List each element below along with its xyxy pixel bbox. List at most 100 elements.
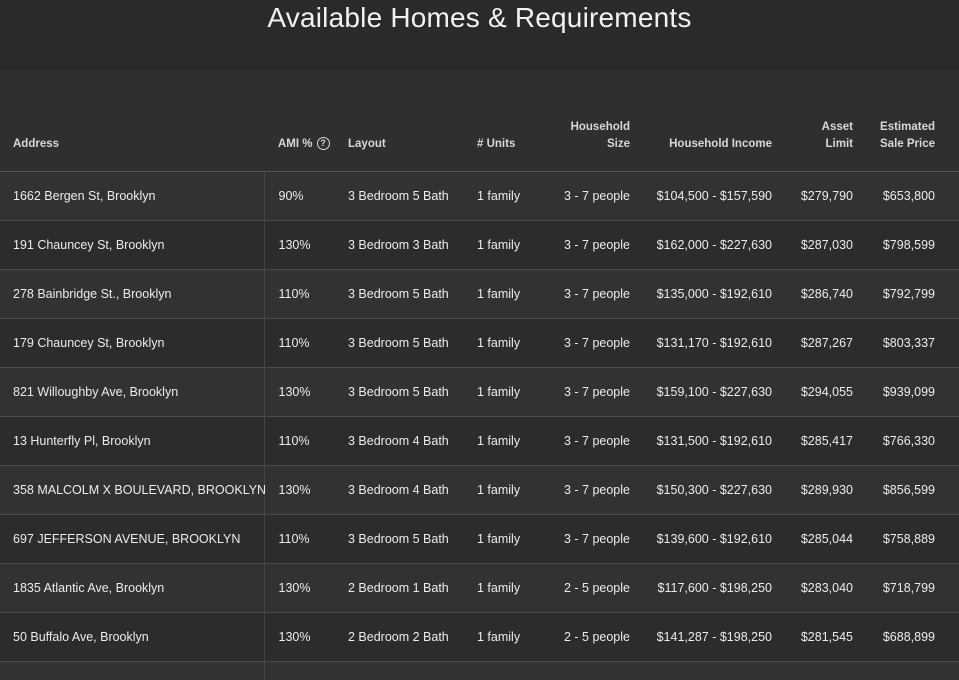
cell-layout: 3 Bedroom 4 Bath xyxy=(348,465,477,515)
column-header-address[interactable]: Address xyxy=(0,70,264,172)
cell-ami: 130% xyxy=(264,661,348,680)
column-header-ami[interactable]: AMI %? xyxy=(264,70,348,172)
table-row[interactable]: 1835 Atlantic Ave, Brooklyn 130% 2 Bedroom… xyxy=(0,563,959,613)
table-body: 1662 Bergen St, Brooklyn 90% 3 Bedroom 5 B… xyxy=(0,171,959,680)
table-row[interactable]: 191 Chauncey St, Brooklyn 130% 3 Bedroom 3… xyxy=(0,220,959,270)
column-header-layout[interactable]: Layout xyxy=(348,70,477,172)
cell-address: 278 Bainbridge St., Brooklyn xyxy=(0,269,265,319)
cell-household-income: $150,300 - $227,630 xyxy=(630,465,772,515)
cell-household-income: $104,500 - $157,590 xyxy=(630,171,772,221)
cell-layout: 3 Bedroom 5 Bath xyxy=(348,318,477,368)
cell-sale-price: $758,889 xyxy=(853,514,959,564)
cell-ami: 130% xyxy=(264,220,348,270)
cell-layout: 2 Bedroom 2 Bath xyxy=(348,612,477,662)
table-row[interactable]: 821 Willoughby Ave, Brooklyn 130% 3 Bedroo… xyxy=(0,367,959,417)
cell-address: 687A HANCOCK STREET, BROOKLYN xyxy=(0,661,265,680)
cell-asset-limit: $283,040 xyxy=(772,563,853,613)
table-row[interactable]: 50 Buffalo Ave, Brooklyn 130% 2 Bedroom 2 … xyxy=(0,612,959,662)
cell-ami: 130% xyxy=(264,367,348,417)
column-header-asset-limit[interactable]: Asset Limit xyxy=(772,70,853,172)
column-header-household-size[interactable]: Household Size xyxy=(544,70,630,172)
header-label-line2: Size xyxy=(606,138,630,150)
cell-household-size: 2 - 5 people xyxy=(544,563,630,613)
cell-units: 1 family xyxy=(477,563,544,613)
table-row[interactable]: 1662 Bergen St, Brooklyn 90% 3 Bedroom 5 B… xyxy=(0,171,959,221)
table-header: Address AMI %? Layout # Units Household … xyxy=(0,70,959,172)
cell-ami: 110% xyxy=(264,318,348,368)
header-label: Layout xyxy=(348,138,386,150)
cell-household-income: $162,000 - $227,630 xyxy=(630,220,772,270)
cell-household-income: $159,100 - $227,630 xyxy=(630,367,772,417)
cell-household-income: $139,600 - $192,610 xyxy=(630,514,772,564)
cell-sale-price: $688,899 xyxy=(853,612,959,662)
header-label-line1: Estimated xyxy=(880,121,935,133)
cell-units: 1 family xyxy=(477,171,544,221)
cell-household-size: 3 - 7 people xyxy=(544,416,630,466)
cell-address: 13 Hunterfly Pl, Brooklyn xyxy=(0,416,265,466)
cell-layout: 3 Bedroom 5 Bath xyxy=(348,514,477,564)
cell-sale-price: $653,800 xyxy=(853,171,959,221)
cell-units: 1 family xyxy=(477,514,544,564)
cell-ami: 110% xyxy=(264,514,348,564)
cell-layout: 3 Bedroom 4 Bath xyxy=(348,416,477,466)
cell-household-size: 2 - 5 people xyxy=(544,661,630,680)
cell-address: 358 MALCOLM X BOULEVARD, BROOKLYN xyxy=(0,465,266,515)
homes-table: Address AMI %? Layout # Units Household … xyxy=(0,70,959,680)
cell-address: 821 Willoughby Ave, Brooklyn xyxy=(0,367,265,417)
cell-sale-price: $718,799 xyxy=(853,563,959,613)
cell-sale-price: $803,337 xyxy=(853,318,959,368)
cell-household-income: $131,170 - $192,610 xyxy=(630,318,772,368)
cell-layout: 2 Bedroom 2 Bath xyxy=(348,661,477,680)
cell-layout: 3 Bedroom 3 Bath xyxy=(348,220,477,270)
table-row[interactable]: 13 Hunterfly Pl, Brooklyn 110% 3 Bedroom 4… xyxy=(0,416,959,466)
cell-household-size: 3 - 7 people xyxy=(544,318,630,368)
cell-household-income: $131,500 - $198,250 xyxy=(630,661,772,680)
cell-household-income: $135,000 - $192,610 xyxy=(630,269,772,319)
cell-units: 1 family xyxy=(477,416,544,466)
table-row[interactable]: 358 MALCOLM X BOULEVARD, BROOKLYN 130% 3 B… xyxy=(0,465,959,515)
cell-household-size: 3 - 7 people xyxy=(544,367,630,417)
cell-household-income: $117,600 - $198,250 xyxy=(630,563,772,613)
cell-asset-limit: $294,055 xyxy=(772,367,853,417)
table-row[interactable]: 179 Chauncey St, Brooklyn 110% 3 Bedroom 5… xyxy=(0,318,959,368)
question-circle-icon[interactable]: ? xyxy=(316,137,330,150)
title-band: Available Homes & Requirements xyxy=(0,0,959,70)
cell-asset-limit: $285,044 xyxy=(772,514,853,564)
cell-address: 1662 Bergen St, Brooklyn xyxy=(0,171,265,221)
cell-ami: 130% xyxy=(264,465,348,515)
cell-sale-price: $765,600 xyxy=(853,661,959,680)
cell-units: 1 family xyxy=(477,612,544,662)
cell-units: 1 family xyxy=(477,661,544,680)
cell-sale-price: $792,799 xyxy=(853,269,959,319)
cell-sale-price: $766,330 xyxy=(853,416,959,466)
cell-household-income: $141,287 - $198,250 xyxy=(630,612,772,662)
header-label-line2: Sale Price xyxy=(880,138,935,150)
header-label: AMI % xyxy=(278,138,313,150)
cell-asset-limit: $287,030 xyxy=(772,220,853,270)
cell-units: 1 family xyxy=(477,367,544,417)
header-label-line1: Household xyxy=(570,121,630,133)
cell-address: 50 Buffalo Ave, Brooklyn xyxy=(0,612,265,662)
cell-units: 1 family xyxy=(477,465,544,515)
cell-household-size: 3 - 7 people xyxy=(544,171,630,221)
table-row[interactable]: 697 JEFFERSON AVENUE, BROOKLYN 110% 3 Bedr… xyxy=(0,514,959,564)
column-header-units[interactable]: # Units xyxy=(477,70,544,172)
table-row[interactable]: 278 Bainbridge St., Brooklyn 110% 3 Bedroo… xyxy=(0,269,959,319)
cell-asset-limit: $287,267 xyxy=(772,318,853,368)
header-label-line2: Limit xyxy=(825,138,853,150)
cell-household-size: 3 - 7 people xyxy=(544,220,630,270)
header-label: # Units xyxy=(477,138,516,150)
cell-address: 179 Chauncey St, Brooklyn xyxy=(0,318,265,368)
column-header-household-income[interactable]: Household Income xyxy=(630,70,772,172)
cell-units: 1 family xyxy=(477,269,544,319)
table-row[interactable]: 687A HANCOCK STREET, BROOKLYN130%2 Bedro… xyxy=(0,661,959,680)
cell-sale-price: $856,599 xyxy=(853,465,959,515)
header-label: Address xyxy=(13,138,60,150)
cell-ami: 130% xyxy=(264,612,348,662)
page-title: Available Homes & Requirements xyxy=(267,2,692,33)
cell-asset-limit: $289,930 xyxy=(772,465,853,515)
cell-household-size: 3 - 7 people xyxy=(544,514,630,564)
column-header-sale-price[interactable]: Estimated Sale Price xyxy=(853,70,959,172)
cell-address: 1835 Atlantic Ave, Brooklyn xyxy=(0,563,265,613)
cell-ami: 90% xyxy=(264,171,348,221)
